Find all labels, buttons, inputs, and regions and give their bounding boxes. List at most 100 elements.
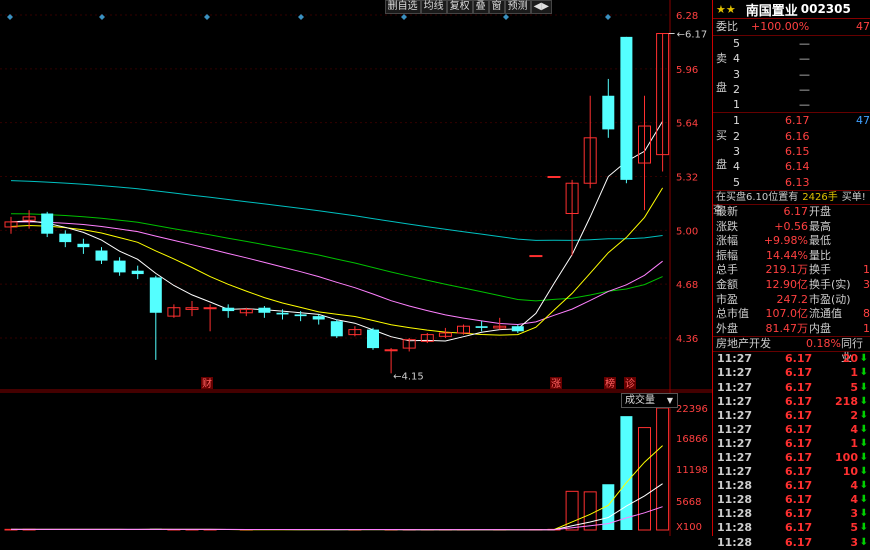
stock-name: 南国置业 [746, 0, 798, 19]
trade-volume: 218 [835, 395, 858, 409]
overlay-button[interactable]: 叠 [473, 0, 489, 14]
price-tick-label: 4.68 [676, 280, 698, 291]
sector-row[interactable]: 房地产开发 0.18% 同行业 [713, 336, 870, 352]
window-button[interactable]: 窗 [489, 0, 505, 14]
sell-row[interactable]: 5— [713, 36, 870, 51]
sell-row[interactable]: 4— [713, 51, 870, 66]
quote-value: 247.2 [777, 293, 809, 308]
volume-bar [639, 428, 651, 530]
trade-price: 6.17 [785, 507, 812, 521]
level: 1 [733, 113, 740, 128]
candle-body [512, 326, 524, 331]
sell-row[interactable]: 3— [713, 67, 870, 82]
trade-list: 11:276.1720⬇11:276.171⬇11:276.175⬇11:276… [713, 352, 870, 549]
trade-time: 11:27 [717, 451, 752, 465]
buy-row[interactable]: 56.13 [713, 175, 870, 190]
quote-label: 外盘 [716, 322, 738, 337]
trade-time: 11:27 [717, 423, 752, 437]
kline-chart[interactable]: 6.285.965.645.325.004.684.36223961686611… [0, 0, 712, 536]
trade-price: 6.17 [785, 451, 812, 465]
chart-toolbar: 删自选 均线 复权 叠 窗 预测 ◀▶ [385, 0, 552, 14]
forecast-button[interactable]: 预测 [505, 0, 531, 14]
quote-value: 12.90亿 [766, 278, 809, 293]
buy-row[interactable]: 26.16 [713, 129, 870, 144]
price: — [799, 67, 810, 82]
quote-label-2: 换手(实) [809, 278, 851, 293]
quote-value: 219.1万 [766, 263, 809, 278]
candle-body [132, 271, 144, 274]
order-ratio-label: 委比 [716, 19, 738, 35]
buy-row[interactable]: 46.14 [713, 159, 870, 174]
price: — [799, 82, 810, 97]
trade-volume: 4 [850, 423, 858, 437]
nav-arrows-button[interactable]: ◀▶ [531, 0, 552, 14]
buy-row[interactable]: 1 6.17 47 [713, 113, 870, 128]
top-marker-icon [7, 14, 13, 20]
trade-price: 6.17 [785, 493, 812, 507]
stock-code: 002305 [801, 2, 851, 16]
ma20-line [11, 222, 663, 325]
price: — [799, 97, 810, 112]
volume-bar [584, 492, 596, 530]
candle-body [602, 96, 614, 130]
volume: 47 [856, 113, 870, 128]
trade-price: 6.17 [785, 423, 812, 437]
candle-body [222, 308, 234, 311]
event-label: 诊 [625, 377, 635, 390]
star-rating-icon[interactable]: ★★ [716, 3, 736, 16]
trade-row: 11:286.174⬇ [713, 493, 870, 507]
ma-button[interactable]: 均线 [421, 0, 447, 14]
ma30-line [11, 214, 663, 301]
trade-price: 6.17 [785, 479, 812, 493]
trade-volume: 20 [843, 352, 858, 366]
chevron-down-icon: ▼ [667, 394, 673, 407]
down-arrow-icon: ⬇ [860, 381, 868, 395]
trade-row: 11:286.175⬇ [713, 521, 870, 535]
quote-panel: ★★ 南国置业 002305 委比 +100.00% 47 卖 盘 5— 4— … [712, 0, 870, 536]
order-ratio-row: 委比 +100.00% 47 [713, 19, 870, 36]
quote-label-2: 换手 [809, 263, 831, 278]
quote-label-2: 内盘 [809, 322, 831, 337]
down-arrow-icon: ⬇ [860, 507, 868, 521]
candle-body [331, 321, 343, 336]
candle-body [530, 256, 542, 257]
level: 2 [733, 82, 740, 97]
candle-body [385, 350, 397, 351]
order-ratio-value: +100.00% [751, 19, 809, 35]
trade-time: 11:28 [717, 521, 752, 535]
down-arrow-icon: ⬇ [860, 395, 868, 409]
top-marker-icon [99, 14, 105, 20]
event-label: 涨 [551, 378, 561, 390]
level: 3 [733, 67, 740, 82]
price: 6.17 [785, 113, 810, 128]
trade-price: 6.17 [785, 395, 812, 409]
level: 4 [733, 51, 740, 66]
volume-indicator-select[interactable]: 成交量 ▼ [621, 393, 678, 408]
trade-time: 11:28 [717, 536, 752, 550]
sell-row[interactable]: 1— [713, 97, 870, 112]
remove-watchlist-button[interactable]: 删自选 [385, 0, 421, 14]
trade-price: 6.17 [785, 437, 812, 451]
trade-time: 11:27 [717, 395, 752, 409]
trade-price: 6.17 [785, 352, 812, 366]
down-arrow-icon: ⬇ [860, 352, 868, 366]
price: 6.15 [785, 144, 810, 159]
level: 4 [733, 159, 740, 174]
quote-label: 最新 [716, 205, 738, 220]
kline-chart-area[interactable]: 6.285.965.645.325.004.684.36223961686611… [0, 0, 712, 536]
sell-row[interactable]: 2— [713, 82, 870, 97]
quote-row: 总手219.1万换手1( [713, 263, 870, 278]
price-tick-label: 5.00 [676, 226, 698, 237]
adjust-button[interactable]: 复权 [447, 0, 473, 14]
level: 2 [733, 129, 740, 144]
quote-value: +9.98% [764, 234, 808, 249]
trade-row: 11:286.174⬇ [713, 479, 870, 493]
trade-price: 6.17 [785, 521, 812, 535]
quote-table: 最新6.17开盘涨跌+0.56最高涨幅+9.98%最低振幅14.44%量比总手2… [713, 205, 870, 336]
trade-volume: 3 [850, 536, 858, 550]
volume-tick-label: 22396 [676, 404, 708, 415]
high-marker-label: ←6.17 [677, 30, 708, 41]
buy-alert-bar[interactable]: 在买盘6.10位置有2426手买单! 查 [713, 190, 870, 205]
buy-row[interactable]: 36.15 [713, 144, 870, 159]
quote-label: 金额 [716, 278, 738, 293]
